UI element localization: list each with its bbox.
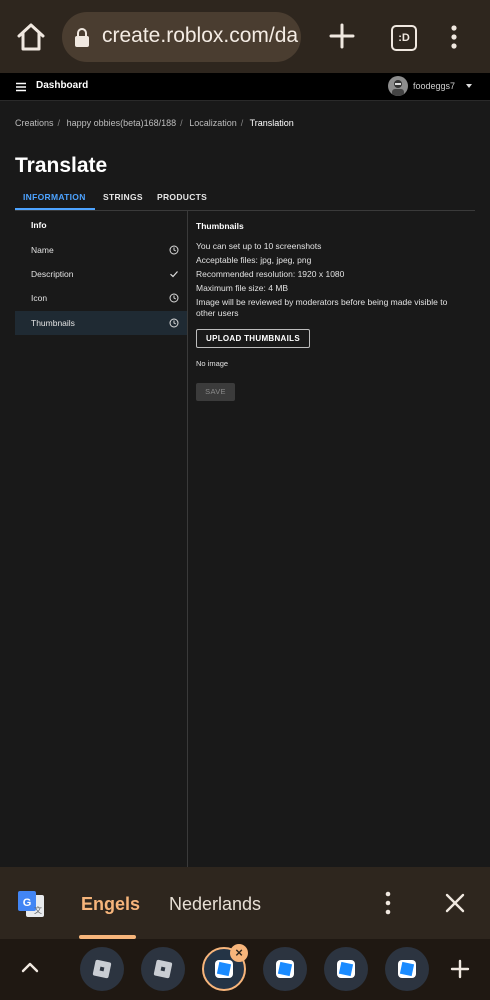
browser-toolbar: create.roblox.com/da :D: [0, 0, 490, 73]
page-title: Translate: [15, 154, 108, 177]
tab-switcher-button[interactable]: :D: [391, 25, 417, 51]
tab-thumbnail[interactable]: [141, 947, 185, 991]
breadcrumb-item-translation: Translation: [249, 118, 294, 128]
sidebar-item-description[interactable]: Description: [15, 262, 187, 286]
roblox-studio-icon: [398, 960, 416, 978]
more-menu-icon[interactable]: [384, 891, 392, 915]
sidebar-item-name[interactable]: Name: [15, 238, 187, 262]
breadcrumb-separator: /: [180, 118, 183, 128]
source-language-tab[interactable]: Engels: [81, 894, 140, 915]
empty-state-text: No image: [196, 359, 229, 368]
info-line: Acceptable files: jpg, jpeg, png: [196, 255, 312, 265]
breadcrumb-item-creations[interactable]: Creations: [15, 118, 54, 128]
home-icon[interactable]: [14, 20, 48, 54]
sidebar-item-label: Icon: [31, 293, 48, 303]
tab-thumbnail[interactable]: [324, 947, 368, 991]
upload-thumbnails-button[interactable]: UPLOAD THUMBNAILS: [196, 329, 310, 348]
info-line: Maximum file size: 4 MB: [196, 283, 289, 293]
site-header: Dashboard foodeggs7: [0, 73, 490, 101]
tab-thumbnail[interactable]: [80, 947, 124, 991]
sidebar-item-label: Name: [31, 245, 54, 255]
roblox-studio-icon: [215, 960, 233, 978]
sidebar-item-icon[interactable]: Icon: [15, 286, 187, 310]
sidebar-item-label: Thumbnails: [31, 318, 75, 328]
tab-products[interactable]: PRODUCTS: [157, 192, 207, 202]
clock-icon: [169, 293, 179, 303]
lock-icon: [75, 28, 89, 47]
check-icon: [170, 271, 178, 278]
close-icon[interactable]: [444, 892, 466, 914]
breadcrumb-item-localization[interactable]: Localization: [189, 118, 237, 128]
tab-bar: INFORMATION STRINGS PRODUCTS: [15, 186, 475, 211]
section-heading: Thumbnails: [196, 221, 244, 231]
dashboard-title[interactable]: Dashboard: [36, 80, 88, 91]
tab-strip: ×: [0, 939, 490, 1000]
username[interactable]: foodeggs7: [413, 81, 455, 91]
url-text: create.roblox.com/da: [102, 24, 299, 47]
info-line: Image will be reviewed by moderators bef…: [196, 297, 448, 318]
add-tab-icon[interactable]: [450, 959, 470, 979]
panel-divider: [187, 210, 188, 867]
avatar[interactable]: [388, 76, 408, 96]
translate-bar: G 文 Engels Nederlands: [0, 867, 490, 939]
chevron-up-icon[interactable]: [20, 960, 40, 974]
tab-thumbnail[interactable]: [263, 947, 307, 991]
more-menu-icon[interactable]: [446, 24, 462, 50]
target-language-tab[interactable]: Nederlands: [169, 894, 261, 915]
active-tab-indicator: [15, 208, 95, 210]
chevron-down-icon[interactable]: [466, 84, 472, 88]
sidebar-item-thumbnails[interactable]: Thumbnails: [15, 311, 187, 335]
roblox-studio-icon: [337, 960, 355, 978]
avatar-image: [392, 80, 404, 96]
close-tab-icon[interactable]: ×: [230, 944, 248, 962]
roblox-studio-icon: [276, 960, 294, 978]
breadcrumb-separator: /: [240, 118, 244, 128]
hamburger-menu-icon[interactable]: [16, 82, 26, 92]
sidebar-heading: Info: [31, 220, 47, 230]
google-translate-icon[interactable]: G 文: [16, 889, 46, 919]
svg-text:G: G: [23, 897, 32, 909]
save-button[interactable]: SAVE: [196, 383, 235, 401]
clock-icon: [169, 318, 179, 328]
roblox-logo-icon: [92, 959, 112, 979]
svg-text:文: 文: [34, 905, 42, 915]
tab-information[interactable]: INFORMATION: [23, 192, 86, 202]
breadcrumb-separator: /: [57, 118, 61, 128]
breadcrumb: Creations / happy obbies(beta)168/188/ Lo…: [15, 118, 298, 128]
breadcrumb-item-experience[interactable]: happy obbies(beta)168/188: [67, 118, 177, 128]
new-tab-icon[interactable]: [328, 22, 356, 50]
info-line: Recommended resolution: 1920 x 1080: [196, 269, 345, 279]
address-bar[interactable]: create.roblox.com/da: [62, 12, 301, 62]
roblox-logo-icon: [153, 959, 173, 979]
tab-thumbnail[interactable]: [385, 947, 429, 991]
info-line: You can set up to 10 screenshots: [196, 241, 322, 251]
tab-strings[interactable]: STRINGS: [103, 192, 143, 202]
sidebar-item-label: Description: [31, 269, 74, 279]
clock-icon: [169, 245, 179, 255]
